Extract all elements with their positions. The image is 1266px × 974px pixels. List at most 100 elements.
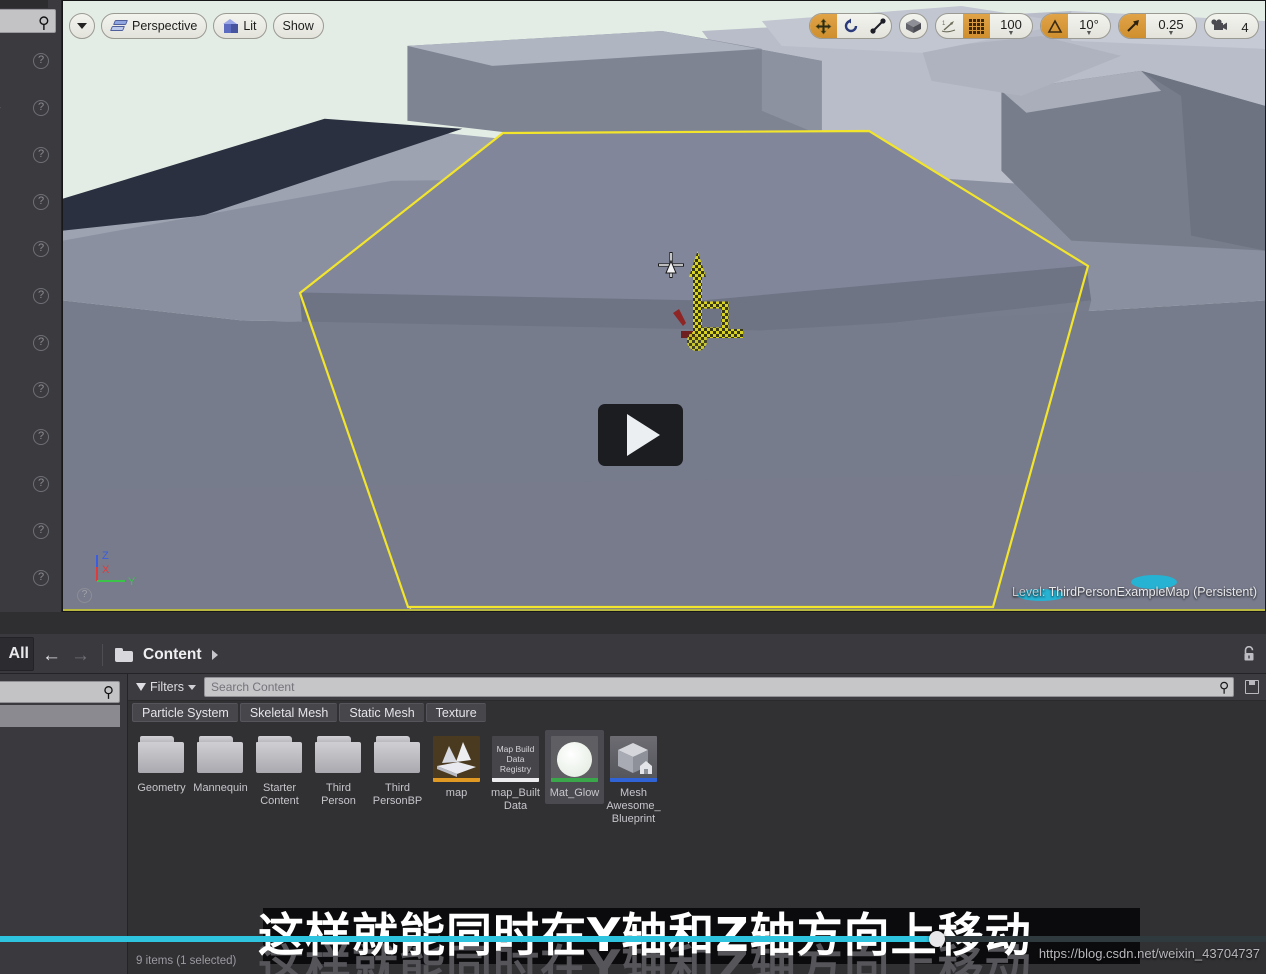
chevron-down-icon bbox=[188, 684, 197, 690]
filters-button[interactable]: Filters bbox=[128, 676, 204, 698]
all-filter-button[interactable]: All bbox=[0, 637, 34, 671]
material-thumbnail bbox=[551, 736, 598, 782]
asset-label: map_Built Data bbox=[491, 787, 540, 812]
nav-divider bbox=[102, 644, 103, 666]
viewport-bottom-accent bbox=[63, 609, 1265, 611]
nav-back-button[interactable]: ← bbox=[42, 646, 61, 665]
view-perspective-button[interactable]: Perspective bbox=[101, 13, 208, 39]
video-progress-fill bbox=[0, 936, 937, 942]
asset-grid: Geometry Mannequin Starter Content Third… bbox=[132, 730, 1262, 850]
asset-type-bar bbox=[551, 778, 598, 782]
question-mark-icon[interactable]: ? bbox=[33, 147, 49, 163]
breadcrumb-content[interactable]: Content bbox=[143, 646, 202, 664]
chevron-down-icon: ▼ bbox=[1007, 29, 1015, 37]
surface-snap-toggle[interactable]: 1 bbox=[936, 14, 963, 38]
camera-speed-group: 4 bbox=[1204, 13, 1259, 39]
asset-label: Starter Content bbox=[260, 782, 299, 807]
blueprint-thumbnail bbox=[610, 736, 657, 782]
viewport-options-button[interactable] bbox=[69, 13, 95, 39]
grid-snap-value[interactable]: 100 ▼ bbox=[990, 14, 1032, 38]
asset-label: Third Person bbox=[321, 782, 356, 807]
asset-item-mat-glow[interactable]: Mat_Glow bbox=[545, 730, 604, 804]
search-content-input[interactable]: Search Content ⚲ bbox=[204, 677, 1259, 697]
level-thumbnail bbox=[433, 736, 480, 782]
sources-search-input[interactable]: ⚲ bbox=[0, 681, 120, 703]
asset-item-mesh-awesome-blueprint[interactable]: Mesh Awesome_ Blueprint bbox=[604, 730, 663, 826]
asset-type-bar bbox=[492, 778, 539, 782]
asset-type-bar bbox=[433, 778, 480, 782]
video-play-button[interactable] bbox=[598, 404, 683, 466]
camera-speed-icon-slot[interactable] bbox=[1205, 14, 1232, 38]
chevron-right-icon[interactable] bbox=[211, 650, 218, 660]
filter-pill-texture[interactable]: Texture bbox=[425, 703, 486, 722]
viewport-help-icon[interactable]: ? bbox=[77, 588, 92, 603]
filter-pill-particle-system[interactable]: Particle System bbox=[132, 703, 238, 722]
asset-filter-bar: Filters Search Content ⚲ bbox=[128, 674, 1266, 701]
angle-snap-toggle[interactable] bbox=[1041, 14, 1068, 38]
question-mark-icon[interactable]: ? bbox=[33, 570, 49, 586]
angle-icon bbox=[1047, 18, 1062, 33]
folder-icon bbox=[315, 736, 362, 774]
save-icon[interactable] bbox=[1245, 680, 1259, 694]
sources-selected-row[interactable] bbox=[0, 705, 120, 727]
view-mode-lit-button[interactable]: Lit bbox=[213, 13, 267, 39]
asset-item-geometry[interactable]: Geometry bbox=[132, 730, 191, 795]
scale-snap-value[interactable]: 0.25 ▼ bbox=[1146, 14, 1196, 38]
search-icon[interactable]: ⚲ bbox=[1219, 679, 1229, 696]
question-mark-icon[interactable]: ? bbox=[33, 100, 49, 116]
question-mark-icon[interactable]: ? bbox=[33, 382, 49, 398]
question-mark-icon[interactable]: ? bbox=[33, 476, 49, 492]
asset-item-starter-content[interactable]: Starter Content bbox=[250, 730, 309, 808]
left-panel-tab-strip bbox=[0, 0, 48, 8]
question-mark-icon[interactable]: ? bbox=[33, 335, 49, 351]
filter-pill-static-mesh[interactable]: Static Mesh bbox=[339, 703, 424, 722]
filter-funnel-icon bbox=[136, 683, 146, 691]
scale-tool-button[interactable] bbox=[864, 14, 891, 38]
question-mark-icon[interactable]: ? bbox=[33, 288, 49, 304]
folder-icon bbox=[256, 736, 303, 774]
asset-item-map[interactable]: map bbox=[427, 730, 486, 800]
scale-snap-toggle[interactable] bbox=[1119, 14, 1146, 38]
question-mark-icon[interactable]: ? bbox=[33, 429, 49, 445]
asset-label: Mesh Awesome_ Blueprint bbox=[606, 787, 661, 825]
level-label: Level: ThirdPersonExampleMap (Persistent… bbox=[1012, 585, 1257, 599]
chevron-down-icon bbox=[77, 23, 87, 29]
nav-forward-button[interactable]: → bbox=[71, 646, 90, 665]
svg-text:1: 1 bbox=[942, 21, 946, 27]
map-build-data-thumb-text: Map Build Data Registry bbox=[496, 744, 535, 774]
surface-snap-icon: 1 bbox=[941, 21, 956, 33]
folder-icon bbox=[374, 736, 421, 774]
svg-text:Y: Y bbox=[128, 576, 136, 588]
asset-item-mannequin[interactable]: Mannequin bbox=[191, 730, 250, 795]
rotate-tool-button[interactable] bbox=[837, 14, 864, 38]
filter-pill-skeletal-mesh[interactable]: Skeletal Mesh bbox=[239, 703, 338, 722]
question-mark-icon[interactable]: ? bbox=[33, 194, 49, 210]
left-panel-search-input[interactable]: ⚲ bbox=[0, 9, 56, 33]
chevron-down-icon: ▼ bbox=[1167, 29, 1175, 37]
translate-tool-button[interactable] bbox=[810, 14, 837, 38]
asset-item-third-person-bp[interactable]: Third PersonBP bbox=[368, 730, 427, 808]
perspective-icon bbox=[109, 20, 129, 32]
asset-item-map-built-data[interactable]: Map Build Data Registry map_Built Data bbox=[486, 730, 545, 813]
show-flags-button[interactable]: Show bbox=[272, 13, 324, 39]
view-mode-lit-label: Lit bbox=[243, 19, 257, 33]
cube-icon bbox=[223, 18, 238, 34]
camera-icon bbox=[1210, 19, 1227, 30]
viewport-axis-indicator: Z X Y bbox=[96, 550, 136, 588]
question-mark-icon[interactable]: ? bbox=[33, 241, 49, 257]
question-mark-icon[interactable]: ? bbox=[33, 53, 49, 69]
grid-snap-toggle[interactable] bbox=[963, 14, 990, 38]
level-viewport[interactable]: Z X Y ? Level: ThirdPersonExampleMap (Pe… bbox=[62, 0, 1266, 612]
video-progress-knob[interactable] bbox=[928, 931, 945, 947]
coordinate-system-group bbox=[899, 13, 928, 39]
camera-speed-value[interactable]: 4 bbox=[1232, 14, 1258, 38]
question-mark-icon[interactable]: ? bbox=[33, 523, 49, 539]
world-coordinate-toggle[interactable] bbox=[900, 14, 927, 38]
lock-icon[interactable] bbox=[1242, 646, 1256, 662]
folder-icon bbox=[197, 736, 244, 774]
video-progress-bar[interactable] bbox=[0, 931, 1266, 947]
angle-snap-value[interactable]: 10° ▼ bbox=[1068, 14, 1110, 38]
angle-snap-group: 10° ▼ bbox=[1040, 13, 1111, 39]
map-build-data-thumbnail: Map Build Data Registry bbox=[492, 736, 539, 782]
asset-item-third-person[interactable]: Third Person bbox=[309, 730, 368, 808]
